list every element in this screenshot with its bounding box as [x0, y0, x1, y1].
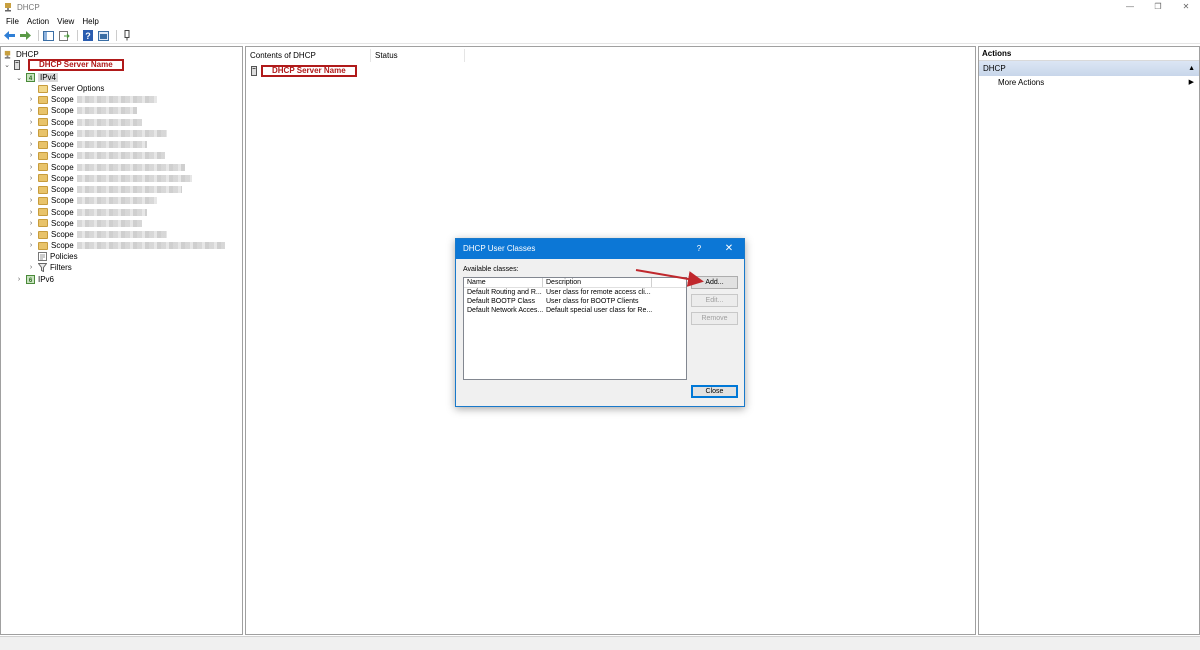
annotation-arrow-icon [635, 269, 704, 287]
